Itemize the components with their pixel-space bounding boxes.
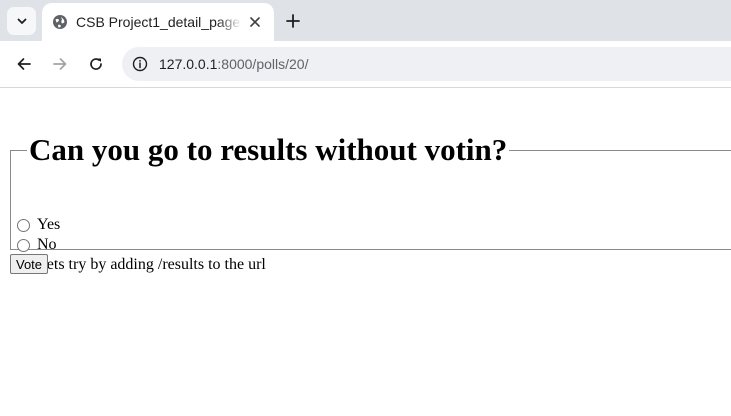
site-info-icon[interactable] [130, 54, 150, 74]
arrow-left-icon [17, 58, 31, 70]
page-content: Can you go to results without votin? Yes… [0, 88, 731, 416]
choice-item: Yes [11, 215, 60, 235]
choice-item: No [11, 235, 57, 255]
back-button[interactable] [13, 53, 35, 75]
new-tab-button[interactable] [283, 11, 303, 31]
reload-icon [90, 58, 102, 70]
choice-item: Lets try by adding /results to the url [11, 255, 266, 275]
close-tab-icon[interactable] [246, 13, 264, 31]
chevron-down-icon [17, 18, 26, 24]
vote-button[interactable]: Vote [10, 254, 49, 274]
choice-label[interactable]: No [37, 236, 57, 254]
choice-radio-no[interactable] [17, 238, 30, 252]
choice-label[interactable]: Lets try by adding /results to the url [37, 256, 266, 274]
poll-question: Can you go to results without votin? [29, 132, 508, 167]
forward-button[interactable] [49, 53, 71, 75]
address-bar[interactable]: 127.0.0.1:8000/polls/20/ [122, 47, 731, 81]
tab-title: CSB Project1_detail_page [76, 14, 241, 30]
browser-toolbar: 127.0.0.1:8000/polls/20/ [0, 41, 731, 88]
choice-label[interactable]: Yes [37, 216, 60, 234]
arrow-right-icon [53, 58, 67, 70]
browser-tab[interactable]: CSB Project1_detail_page [42, 3, 274, 41]
tab-strip: CSB Project1_detail_page [0, 0, 731, 41]
choice-radio-yes[interactable] [17, 218, 30, 232]
poll-fieldset: Can you go to results without votin? Yes… [10, 132, 731, 273]
plus-icon [286, 14, 300, 28]
url-path: :8000/polls/20/ [217, 56, 309, 72]
reload-button[interactable] [85, 53, 107, 75]
url-host: 127.0.0.1 [159, 56, 218, 72]
globe-icon [52, 14, 68, 30]
tab-search-button[interactable] [7, 7, 36, 35]
url-text: 127.0.0.1:8000/polls/20/ [159, 56, 308, 72]
